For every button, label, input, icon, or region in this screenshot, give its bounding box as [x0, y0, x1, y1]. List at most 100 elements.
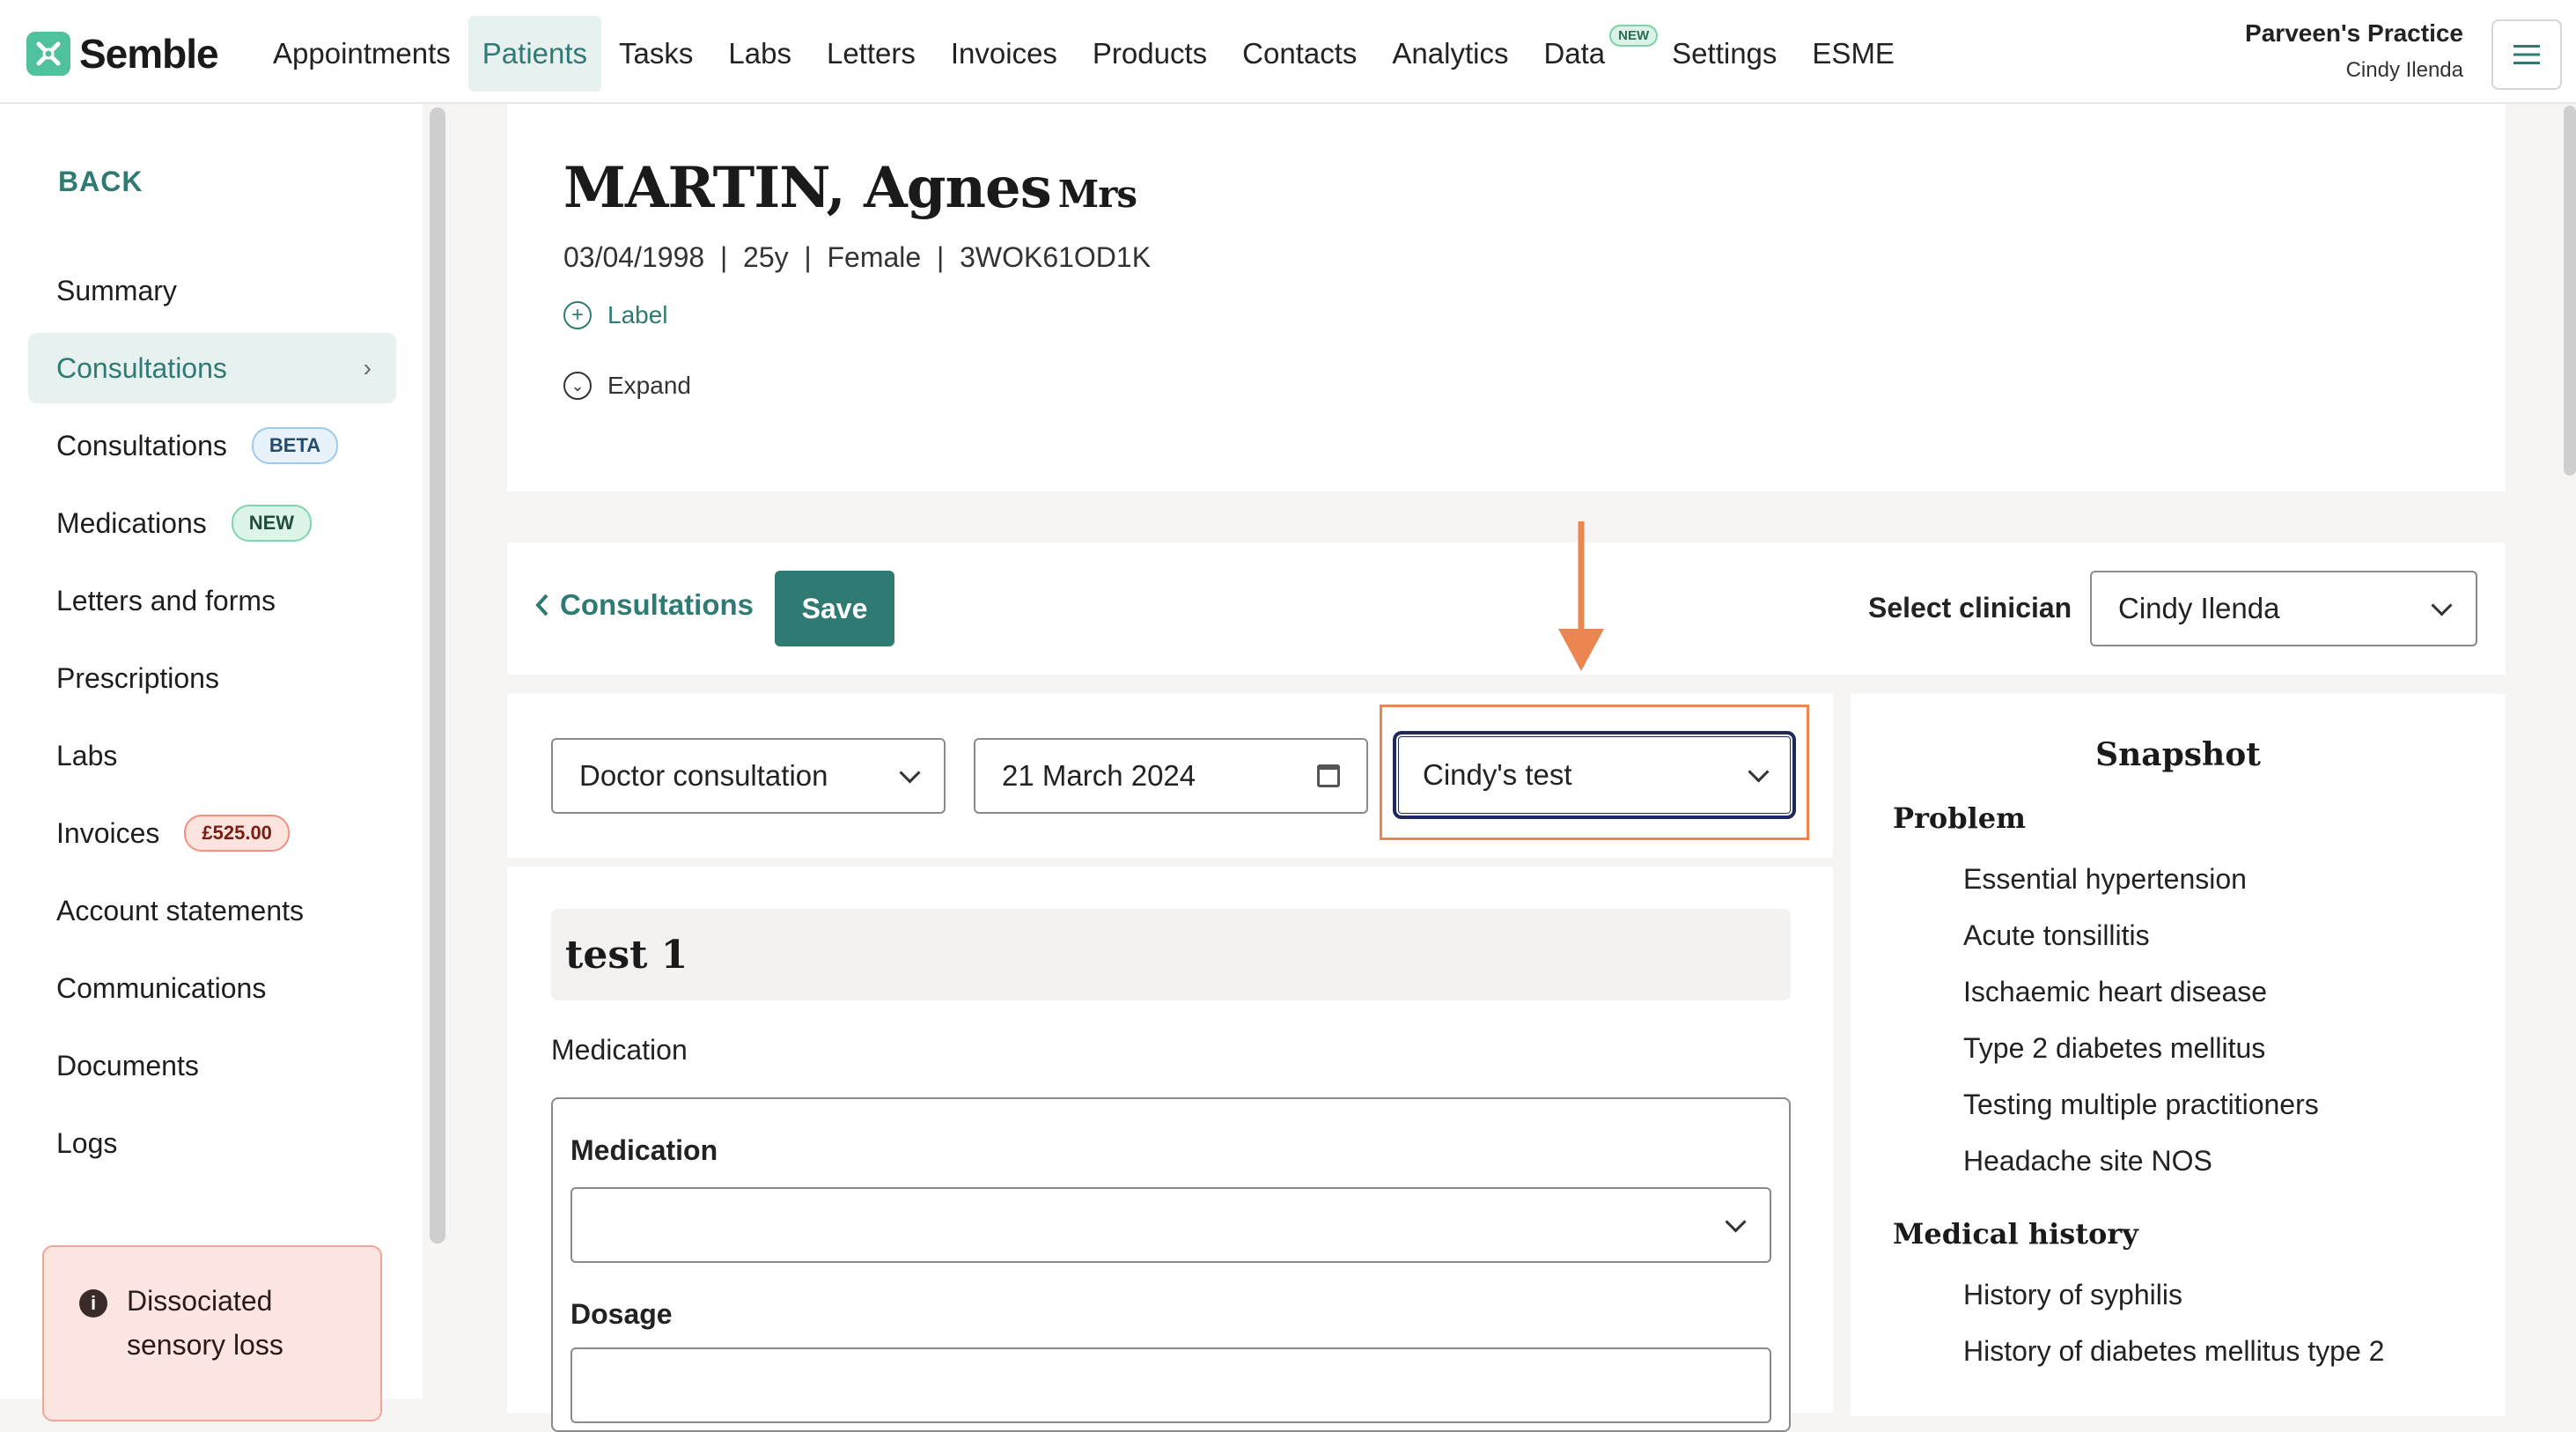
expand-text: Expand [607, 372, 691, 399]
problem-heading: Problem [1893, 801, 2027, 835]
sidebar-item-label: Labs [56, 739, 118, 771]
chevron-down-icon [1725, 1210, 1747, 1233]
patient-alert[interactable]: i Dissociated sensory loss [42, 1245, 382, 1421]
nav-letters[interactable]: Letters [809, 16, 933, 92]
beta-badge: BETA [251, 427, 339, 464]
nav-contacts[interactable]: Contacts [1225, 16, 1374, 92]
medication-section-label: Medication [551, 1034, 688, 1066]
sidebar-item-label: Summary [56, 274, 177, 306]
annotation-arrow [1558, 521, 1604, 671]
problem-item: Ischaemic heart disease [1963, 976, 2268, 1008]
brand-name: Semble [79, 31, 219, 77]
dosage-field-label: Dosage [570, 1298, 673, 1330]
semble-logo-icon [26, 32, 70, 76]
select-clinician-label: Select clinician [1868, 592, 2072, 624]
history-item: History of syphilis [1963, 1279, 2182, 1310]
sidebar-item-label: Consultations [56, 429, 227, 461]
sidebar-item-label: Invoices [56, 816, 160, 849]
chevron-down-icon [899, 761, 921, 784]
practice-name: Parveen's Practice [2245, 19, 2463, 47]
sidebar-item-consultations[interactable]: Consultations › [28, 333, 396, 403]
chevron-down-circle-icon: ⌄ [563, 372, 592, 400]
sidebar-item-label: Logs [56, 1126, 118, 1159]
snapshot-title: Snapshot [2095, 736, 2261, 773]
consultation-date-value: 21 March 2024 [1002, 759, 1196, 792]
sidebar-item-label: Prescriptions [56, 661, 219, 694]
problem-item: Testing multiple practitioners [1963, 1089, 2319, 1120]
consultation-type-select[interactable]: Doctor consultation [551, 738, 946, 814]
sidebar-item-labs[interactable]: Labs [28, 720, 396, 791]
nav-patients[interactable]: Patients [467, 16, 602, 92]
chevron-down-icon [2431, 594, 2453, 616]
form-section-title: test 1 [551, 909, 1791, 1000]
sidebar-item-label: Letters and forms [56, 584, 276, 616]
nav-data[interactable]: Data NEW [1526, 16, 1659, 92]
sidebar-item-invoices[interactable]: Invoices £525.00 [28, 798, 396, 868]
sidebar-item-summary[interactable]: Summary [28, 255, 396, 326]
patient-name: MARTIN, Agnes Mrs [563, 155, 1137, 221]
nav-appointments[interactable]: Appointments [255, 16, 468, 92]
sidebar-item-label: Communications [56, 971, 267, 1004]
nav-products[interactable]: Products [1075, 16, 1225, 92]
sidebar-item-letters-and-forms[interactable]: Letters and forms [28, 565, 396, 636]
plus-circle-icon: + [563, 301, 592, 329]
expand-button[interactable]: ⌄ Expand [563, 372, 691, 400]
medical-history-heading: Medical history [1893, 1217, 2138, 1251]
consultation-date-field[interactable]: 21 March 2024 [974, 738, 1368, 814]
nav-invoices[interactable]: Invoices [933, 16, 1075, 92]
info-icon: i [79, 1289, 107, 1318]
nav-settings[interactable]: Settings [1654, 16, 1794, 92]
alert-text: Dissociated sensory loss [127, 1285, 283, 1361]
sidebar-item-label: Medications [56, 506, 207, 539]
template-select[interactable]: Cindy's test [1393, 731, 1796, 819]
save-button[interactable]: Save [775, 571, 894, 646]
back-to-consultations-label: Consultations [560, 588, 754, 621]
sidebar-item-consultations-beta[interactable]: Consultations BETA [28, 410, 396, 481]
practice-info[interactable]: Parveen's Practice Cindy Ilenda [2245, 19, 2463, 83]
problem-item: Acute tonsillitis [1963, 919, 2150, 951]
add-label-button[interactable]: + Label [563, 301, 668, 329]
patient-full-name: MARTIN, Agnes [563, 155, 1052, 221]
balance-badge: £525.00 [184, 815, 290, 852]
chevron-right-icon: › [363, 354, 372, 381]
medication-select[interactable] [570, 1187, 1771, 1263]
current-user: Cindy Ilenda [2345, 58, 2463, 82]
template-select-value: Cindy's test [1423, 758, 1572, 791]
back-to-consultations-link[interactable]: Consultations [534, 588, 754, 622]
clinician-select-value: Cindy Ilenda [2118, 592, 2280, 624]
medication-field-label: Medication [570, 1134, 718, 1166]
problem-item: Type 2 diabetes mellitus [1963, 1032, 2266, 1064]
sidebar-item-documents[interactable]: Documents [28, 1030, 396, 1101]
nav-data-label: Data [1543, 37, 1606, 70]
nav-tasks[interactable]: Tasks [601, 16, 710, 92]
sidebar-item-communications[interactable]: Communications [28, 953, 396, 1023]
add-label-text: Label [607, 301, 668, 328]
sidebar-item-prescriptions[interactable]: Prescriptions [28, 643, 396, 713]
sidebar-item-label: Consultations [56, 351, 227, 384]
new-badge: NEW [231, 505, 313, 542]
back-link[interactable]: BACK [58, 166, 143, 198]
sidebar-item-label: Account statements [56, 894, 305, 926]
sidebar-item-logs[interactable]: Logs [28, 1108, 396, 1178]
main-nav: Appointments Patients Tasks Labs Letters… [255, 16, 1912, 92]
nav-analytics[interactable]: Analytics [1374, 16, 1526, 92]
sidebar-scrollbar[interactable] [430, 107, 445, 1244]
calendar-icon[interactable] [1317, 764, 1340, 787]
new-badge: NEW [1609, 25, 1659, 47]
main-scrollbar[interactable] [2564, 106, 2576, 476]
history-item: History of diabetes mellitus type 2 [1963, 1335, 2385, 1367]
sidebar-item-label: Documents [56, 1049, 199, 1081]
clinician-select[interactable]: Cindy Ilenda [2090, 571, 2477, 646]
hamburger-icon [2513, 45, 2540, 64]
sidebar-item-account-statements[interactable]: Account statements [28, 875, 396, 946]
patient-details: 03/04/1998 | 25y | Female | 3WOK61OD1K [563, 241, 1152, 273]
nav-labs[interactable]: Labs [710, 16, 809, 92]
dosage-input[interactable] [570, 1347, 1771, 1423]
hamburger-menu-button[interactable] [2491, 19, 2562, 90]
patient-title: Mrs [1057, 173, 1137, 216]
sidebar-item-medications[interactable]: Medications NEW [28, 488, 396, 558]
nav-esme[interactable]: ESME [1794, 16, 1912, 92]
semble-logo[interactable]: Semble [26, 30, 219, 78]
chevron-left-icon [535, 594, 548, 616]
problem-item: Essential hypertension [1963, 863, 2247, 895]
